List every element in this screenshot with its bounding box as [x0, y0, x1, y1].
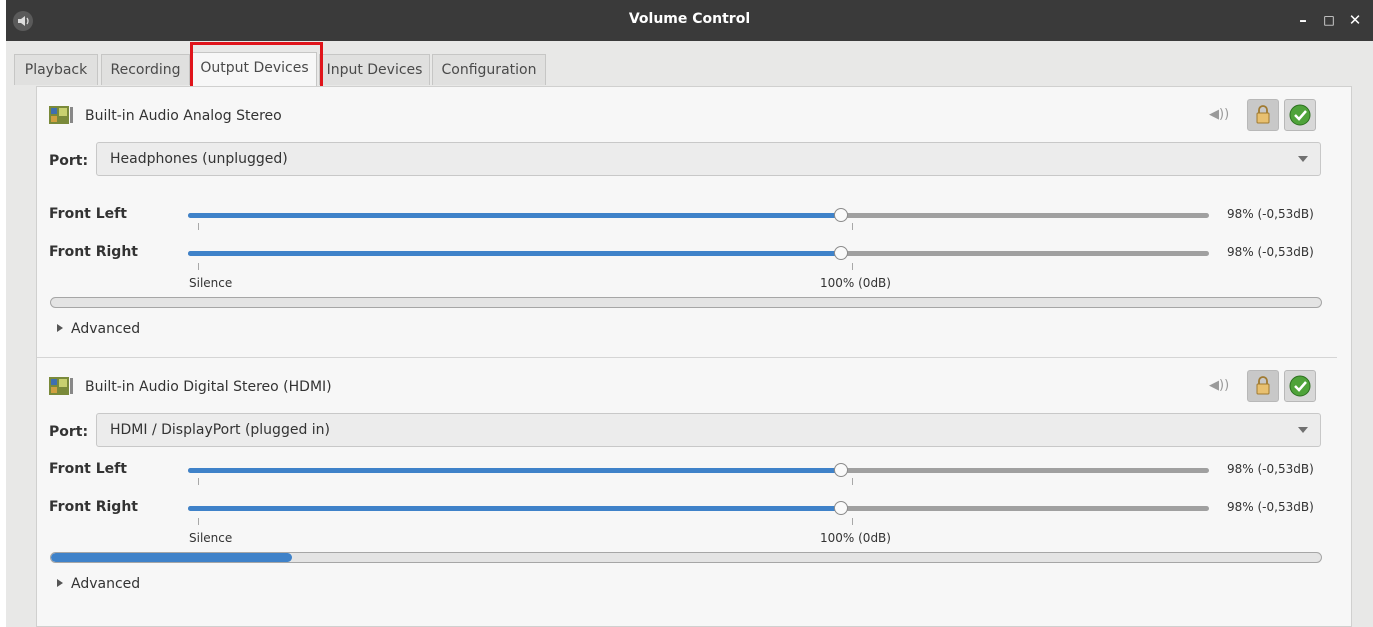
port-label: Port: [49, 424, 89, 440]
tab-configuration[interactable]: Configuration [432, 54, 546, 85]
channel-label-front-right: Front Right [49, 244, 138, 260]
tick-silence [198, 478, 199, 485]
minimize-button[interactable]: – [1291, 8, 1315, 32]
tick-100 [852, 478, 853, 485]
lock-icon [1256, 376, 1270, 395]
port-selected-value: HDMI / DisplayPort (plugged in) [110, 422, 331, 438]
slider-fill [188, 213, 842, 218]
channel-label-front-right: Front Right [49, 499, 138, 515]
advanced-expander[interactable]: Advanced [57, 321, 140, 337]
scale-label-silence: Silence [189, 531, 233, 545]
lock-channels-button[interactable] [1247, 99, 1279, 131]
tick-silence [198, 263, 199, 270]
volume-control-window: Volume Control – □ ✕ Playback Recording … [6, 0, 1373, 627]
window-title: Volume Control [628, 11, 751, 27]
slider-knob[interactable] [834, 463, 849, 477]
close-button[interactable]: ✕ [1343, 8, 1367, 32]
peak-meter [50, 297, 1322, 308]
front-left-volume-slider[interactable] [188, 463, 1209, 477]
port-label: Port: [49, 153, 89, 169]
port-dropdown[interactable]: HDMI / DisplayPort (plugged in) [96, 413, 1321, 447]
front-right-volume-value: 98% (-0,53dB) [1227, 500, 1314, 514]
expander-arrow-icon [57, 324, 63, 332]
sound-card-icon [49, 106, 73, 124]
tick-silence [198, 223, 199, 230]
slider-knob[interactable] [834, 208, 849, 222]
tick-100 [852, 518, 853, 525]
tick-100 [852, 263, 853, 270]
slider-knob[interactable] [834, 246, 849, 260]
device-name: Built-in Audio Analog Stereo [85, 108, 282, 124]
tick-100 [852, 223, 853, 230]
device-name: Built-in Audio Digital Stereo (HDMI) [85, 379, 332, 395]
expander-arrow-icon [57, 579, 63, 587]
advanced-label: Advanced [71, 576, 141, 592]
port-dropdown[interactable]: Headphones (unplugged) [96, 142, 1321, 176]
slider-fill [188, 251, 842, 256]
front-right-volume-slider[interactable] [188, 246, 1209, 260]
slider-fill [188, 506, 842, 511]
front-left-volume-slider[interactable] [188, 208, 1209, 222]
scale-label-100: 100% (0dB) [820, 276, 891, 290]
slider-knob[interactable] [834, 501, 849, 515]
advanced-expander[interactable]: Advanced [57, 576, 140, 592]
output-devices-panel: Built-in Audio Analog Stereo ◀)) Port: H… [36, 86, 1352, 627]
front-left-volume-value: 98% (-0,53dB) [1227, 462, 1314, 476]
tab-recording[interactable]: Recording [101, 54, 190, 85]
device-analog-stereo: Built-in Audio Analog Stereo ◀)) Port: H… [37, 87, 1337, 342]
speaker-volume-icon[interactable]: ◀)) [1209, 378, 1229, 396]
peak-meter-fill [51, 553, 293, 562]
set-default-button[interactable] [1284, 99, 1316, 131]
tick-silence [198, 518, 199, 525]
channel-label-front-left: Front Left [49, 206, 127, 222]
maximize-button[interactable]: □ [1317, 8, 1341, 32]
front-right-volume-slider[interactable] [188, 501, 1209, 515]
channel-label-front-left: Front Left [49, 461, 127, 477]
lock-channels-button[interactable] [1247, 370, 1279, 402]
check-default-icon [1289, 104, 1311, 126]
tab-input-devices[interactable]: Input Devices [319, 54, 430, 85]
lock-icon [1256, 105, 1270, 124]
scale-label-silence: Silence [189, 276, 233, 290]
chevron-down-icon [1298, 156, 1308, 162]
front-left-volume-value: 98% (-0,53dB) [1227, 207, 1314, 221]
advanced-label: Advanced [71, 321, 141, 337]
port-selected-value: Headphones (unplugged) [110, 151, 288, 167]
chevron-down-icon [1298, 427, 1308, 433]
speaker-volume-icon[interactable]: ◀)) [1209, 107, 1229, 125]
slider-fill [188, 468, 842, 473]
peak-meter [50, 552, 1322, 563]
sound-card-icon [49, 377, 73, 395]
device-hdmi-stereo: Built-in Audio Digital Stereo (HDMI) ◀))… [37, 357, 1337, 613]
set-default-button[interactable] [1284, 370, 1316, 402]
check-default-icon [1289, 375, 1311, 397]
front-right-volume-value: 98% (-0,53dB) [1227, 245, 1314, 259]
tab-playback[interactable]: Playback [14, 54, 98, 85]
title-bar: Volume Control – □ ✕ [6, 0, 1373, 41]
scale-label-100: 100% (0dB) [820, 531, 891, 545]
